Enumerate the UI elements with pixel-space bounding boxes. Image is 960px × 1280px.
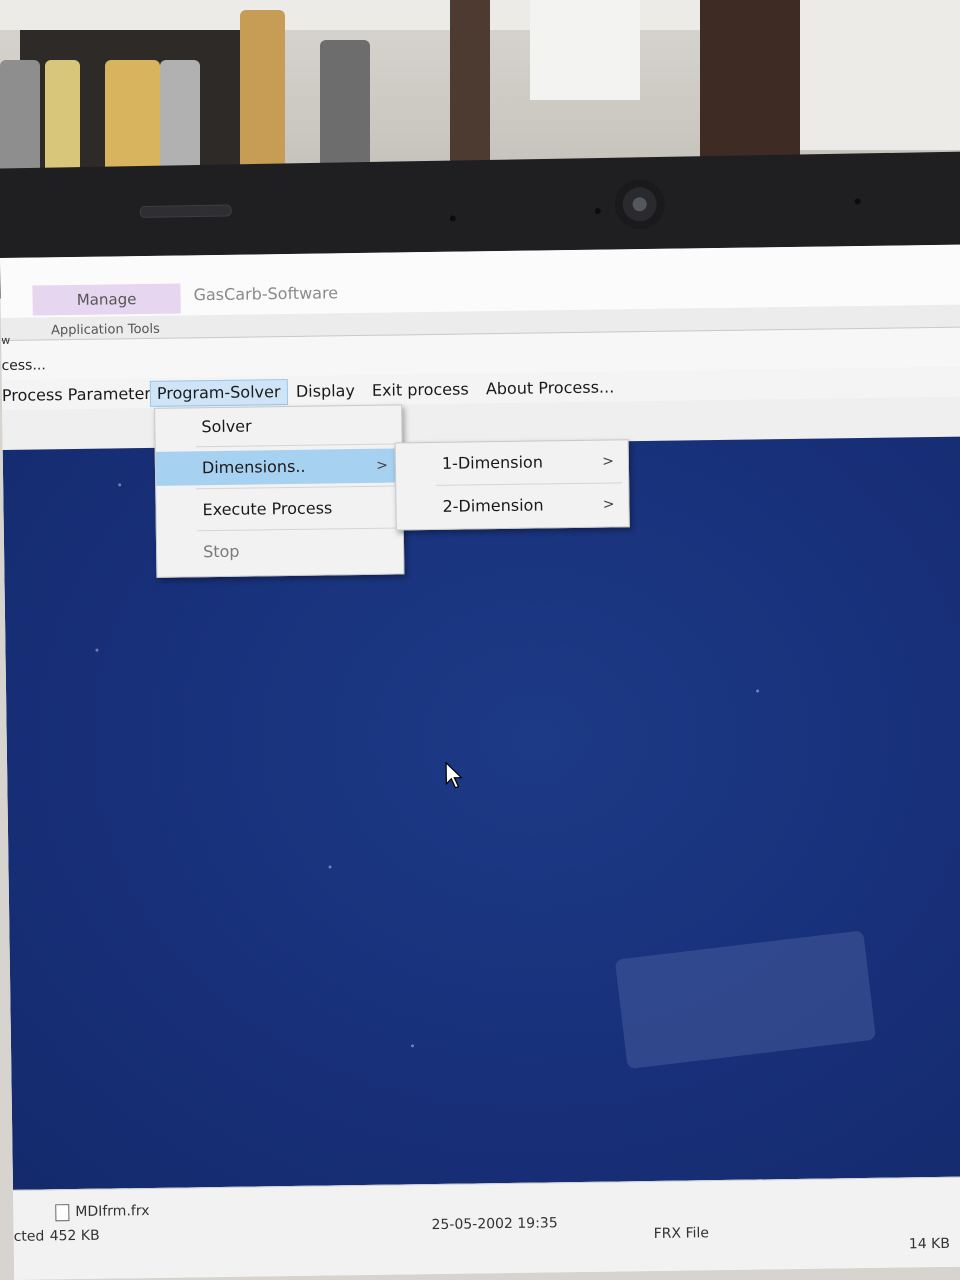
menu-process-parameters[interactable]: Process Parameters xyxy=(0,382,165,408)
chevron-right-icon: > xyxy=(602,496,615,513)
file-date: 25-05-2002 19:35 xyxy=(431,1215,558,1234)
menu-separator xyxy=(196,527,397,532)
menu-exit-process[interactable]: Exit process xyxy=(366,377,475,403)
menu-item-dimensions[interactable]: Dimensions.. > xyxy=(155,448,403,486)
wall xyxy=(800,0,960,150)
manage-context-tab[interactable]: Manage xyxy=(32,283,181,316)
selected-label: cted xyxy=(13,1228,45,1245)
chevron-right-icon: > xyxy=(602,453,615,470)
file-type: FRX File xyxy=(653,1225,710,1242)
dust-speck xyxy=(411,1044,415,1048)
menu-about-process[interactable]: About Process... xyxy=(480,375,621,401)
menu-item-execute-process[interactable]: Execute Process xyxy=(156,490,402,527)
menu-item-stop[interactable]: Stop xyxy=(157,532,403,569)
menu-separator xyxy=(436,482,623,486)
mdi-client-area xyxy=(2,436,960,1190)
dimensions-submenu: 1-Dimension > 2-Dimension > xyxy=(394,439,630,531)
app-title: GasCarb-Software xyxy=(193,283,339,305)
file-size: 14 KB xyxy=(908,1235,951,1253)
sensor-dot xyxy=(594,207,601,215)
door-frame xyxy=(700,0,800,180)
menu-separator xyxy=(195,443,396,448)
menu-item-2-dimension-label: 2-Dimension xyxy=(442,495,544,516)
dust-speck xyxy=(328,865,332,869)
dust-speck xyxy=(756,689,760,693)
ribbon-cut-label: w xyxy=(1,333,11,347)
bezel-slot xyxy=(139,204,232,219)
menu-separator xyxy=(196,485,397,490)
dust-speck xyxy=(118,483,122,487)
menu-item-dimensions-label: Dimensions.. xyxy=(201,456,306,478)
dust-speck xyxy=(95,648,99,652)
sensor-dot xyxy=(854,198,861,205)
webcam-icon xyxy=(614,178,666,230)
file-explorer-strip: MDIfrm.frx cted 452 KB 25-05-2002 19:35 … xyxy=(13,1176,960,1280)
menu-item-2-dimension[interactable]: 2-Dimension > xyxy=(396,487,628,524)
menu-program-solver[interactable]: Program-Solver xyxy=(149,379,288,407)
window-area xyxy=(530,0,640,100)
menu-item-solver[interactable]: Solver xyxy=(155,407,401,444)
file-icon xyxy=(55,1204,70,1222)
menu-display[interactable]: Display xyxy=(290,379,361,404)
menu-item-1-dimension[interactable]: 1-Dimension > xyxy=(396,444,628,481)
menu-item-1-dimension-label: 1-Dimension xyxy=(441,452,544,473)
chevron-right-icon: > xyxy=(376,457,389,474)
selected-size: 452 KB xyxy=(49,1227,100,1245)
program-solver-dropdown: Solver Dimensions.. > Execute Process St… xyxy=(154,404,405,578)
screen-reflection xyxy=(614,930,877,1070)
mouse-cursor-icon xyxy=(445,761,463,789)
screen: Manage GasCarb-Software w Application To… xyxy=(0,244,960,1280)
application-tools-label: Application Tools xyxy=(50,321,160,339)
mdi-window-caption: cess... xyxy=(1,357,46,374)
file-name[interactable]: MDIfrm.frx xyxy=(75,1203,149,1220)
sensor-dot xyxy=(449,215,456,222)
